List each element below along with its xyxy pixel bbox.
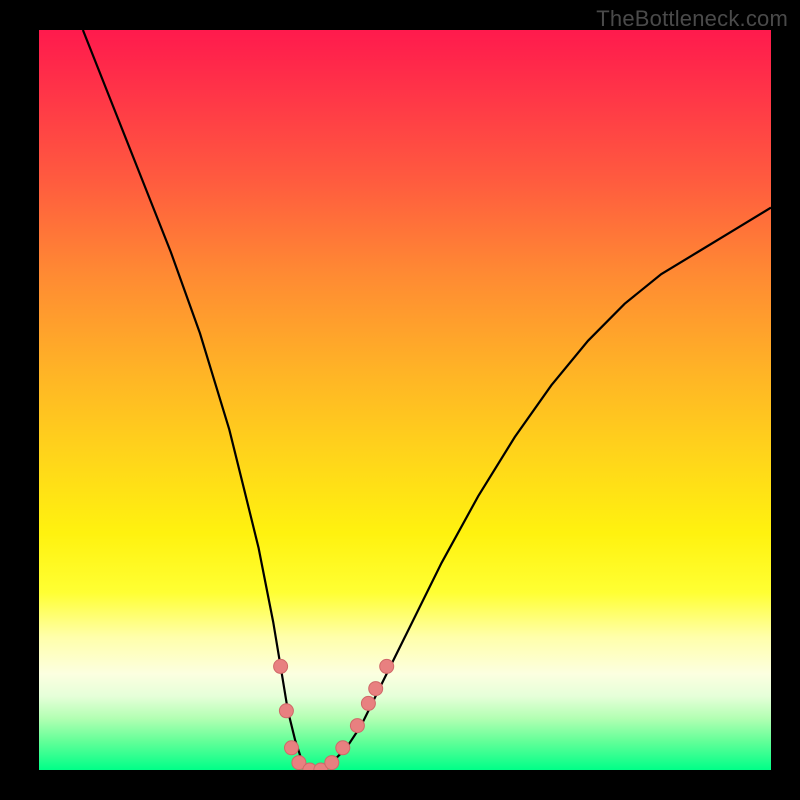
curve-marker (279, 704, 293, 718)
bottleneck-curve-line (83, 30, 771, 770)
curve-marker (274, 659, 288, 673)
curve-marker (350, 719, 364, 733)
curve-marker (380, 659, 394, 673)
curve-marker (336, 741, 350, 755)
curve-marker (325, 756, 339, 770)
chart-plot-area (39, 30, 771, 770)
curve-marker (361, 696, 375, 710)
bottleneck-curve-svg (39, 30, 771, 770)
watermark-text: TheBottleneck.com (596, 6, 788, 32)
curve-marker (369, 682, 383, 696)
curve-markers (274, 659, 394, 770)
curve-marker (285, 741, 299, 755)
